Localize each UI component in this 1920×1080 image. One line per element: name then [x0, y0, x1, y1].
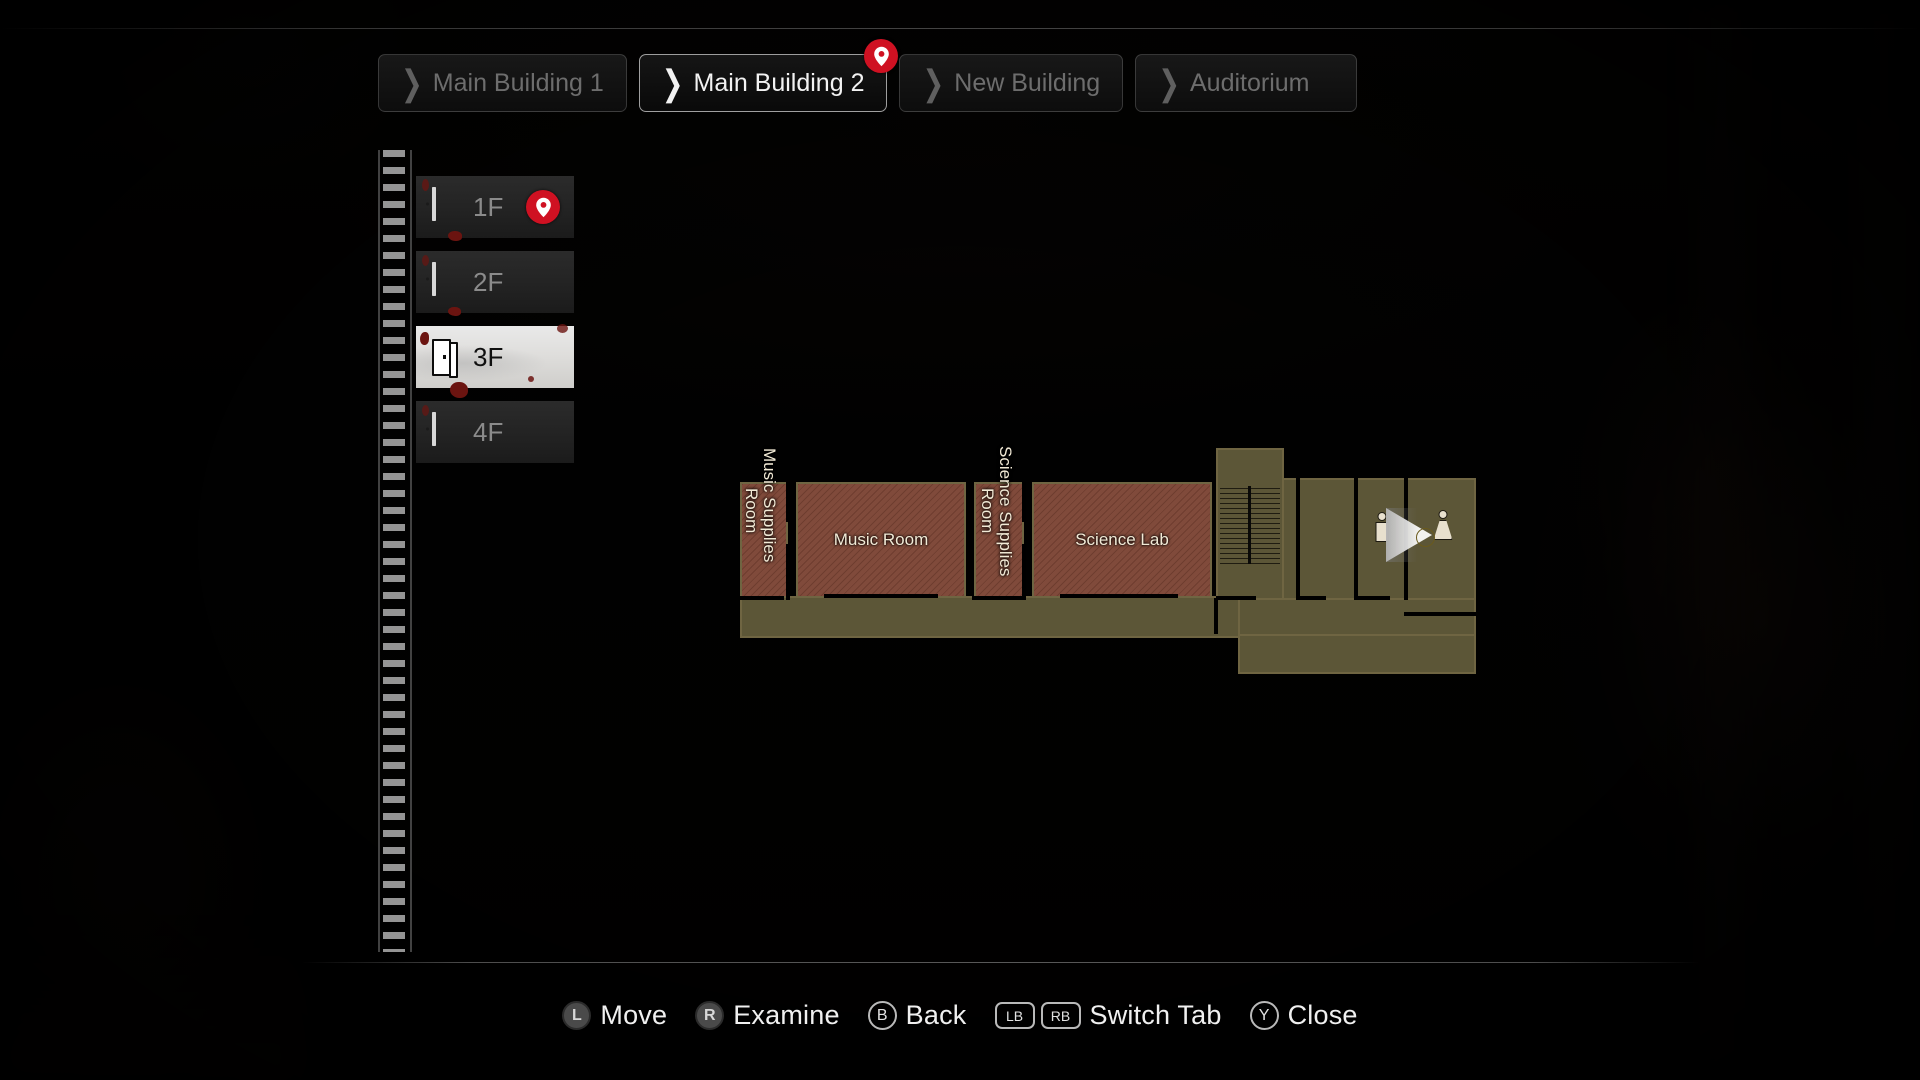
- wall-segment: [1216, 596, 1256, 600]
- button-keys: B: [867, 1001, 897, 1030]
- wall-segment: [1354, 596, 1390, 600]
- button-keys: L: [562, 1001, 592, 1030]
- control-hint-back: B Back: [867, 1000, 967, 1031]
- room-science-lab[interactable]: Science Lab: [1032, 482, 1212, 598]
- chevron-right-icon: ❯: [401, 62, 423, 104]
- floor-location-pin-badge: [526, 190, 560, 224]
- closed-door-icon: [432, 186, 459, 226]
- open-door-icon: [432, 338, 459, 378]
- control-hint-examine: R Examine: [695, 1000, 839, 1031]
- floor-label: 4F: [473, 416, 504, 447]
- rail-line: [378, 150, 380, 952]
- floor-label: 2F: [473, 266, 504, 297]
- corridor-segment: [1238, 596, 1476, 638]
- tab-new-building[interactable]: ❯ New Building: [899, 54, 1124, 112]
- tab-label: New Building: [954, 68, 1101, 97]
- floor-plan-map[interactable]: Music Supplies Room Music Room Science S…: [740, 446, 1480, 674]
- wall-segment: [786, 482, 790, 522]
- room-label-music-supplies-room: Room: [741, 488, 761, 534]
- rb-button-icon: RB: [1040, 1002, 1081, 1029]
- blood-stain: [528, 376, 534, 382]
- bottom-divider: [302, 962, 1699, 963]
- tab-main-building-1[interactable]: ❯ Main Building 1: [378, 54, 627, 112]
- blood-stain: [422, 255, 429, 266]
- wall-segment: [740, 596, 784, 600]
- room-label-music-supplies: Music Supplies: [759, 448, 779, 563]
- location-pin-icon: [874, 46, 889, 66]
- floor-label: 1F: [473, 191, 504, 222]
- room-label-music-room: Music Room: [833, 530, 929, 549]
- rail-perforations: [383, 150, 405, 952]
- wall-segment: [972, 596, 1026, 600]
- wall-segment: [1214, 598, 1218, 634]
- tab-auditorium[interactable]: ❯ Auditorium: [1135, 54, 1358, 112]
- building-tab-bar: ❯ Main Building 1 ❯ Main Building 2 ❯ Ne…: [378, 39, 1358, 112]
- closed-door-icon: [432, 261, 459, 301]
- button-keys: R: [695, 1001, 725, 1030]
- location-pin-badge: [864, 39, 899, 73]
- blood-stain: [450, 382, 468, 398]
- floor-label: 3F: [473, 341, 504, 372]
- control-label: Back: [905, 1000, 967, 1030]
- control-label: Close: [1287, 1000, 1358, 1030]
- control-label: Switch Tab: [1089, 1000, 1222, 1030]
- wall-segment: [1022, 482, 1026, 522]
- blood-stain: [420, 332, 429, 345]
- y-button-icon: Y: [1249, 1001, 1279, 1030]
- closed-door-icon: [432, 411, 459, 451]
- left-stick-icon: L: [562, 1001, 592, 1030]
- blood-stain: [422, 179, 429, 191]
- control-label: Examine: [733, 1000, 840, 1030]
- blood-stain: [448, 231, 462, 241]
- rail-line: [410, 150, 412, 952]
- b-button-icon: B: [867, 1001, 897, 1030]
- blood-stain: [557, 324, 568, 333]
- wall-segment: [1354, 478, 1358, 598]
- floor-item-3f[interactable]: 3F: [416, 324, 574, 398]
- location-pin-icon: [535, 197, 551, 217]
- wall-segment: [824, 594, 938, 598]
- tab-main-building-2[interactable]: ❯ Main Building 2: [638, 39, 899, 112]
- control-hint-switch-tab: LB RB Switch Tab: [994, 1000, 1222, 1031]
- right-stick-icon: R: [695, 1001, 725, 1030]
- room-label-science-lab: Science Lab: [1075, 530, 1169, 549]
- floor-selector-list: 1F 2F 3F 4F: [416, 176, 574, 476]
- stair-railing: [1248, 486, 1251, 564]
- floor-item-4f[interactable]: 4F: [416, 401, 574, 463]
- chevron-right-icon: ❯: [661, 62, 684, 104]
- control-hint-close: Y Close: [1249, 1000, 1358, 1031]
- tab-label: Main Building 2: [693, 68, 865, 97]
- blood-stain: [422, 405, 429, 416]
- control-hint-bar: L Move R Examine B Back LB RB Switch Tab: [0, 1000, 1920, 1031]
- room-label-science-supplies: Science Supplies: [995, 446, 1015, 577]
- tab-label: Auditorium: [1189, 68, 1310, 97]
- wall-segment: [1296, 478, 1300, 598]
- room-label-science-supplies-room: Room: [977, 488, 997, 534]
- wall-segment: [1022, 544, 1026, 600]
- film-strip-rail: [378, 150, 412, 952]
- button-keys: LB RB: [994, 1002, 1081, 1029]
- corridor-segment: [1238, 634, 1476, 674]
- corridor-segment: [740, 596, 1240, 638]
- button-keys: Y: [1249, 1001, 1279, 1030]
- control-hint-move: L Move: [562, 1000, 667, 1031]
- item-marker[interactable]: [1416, 528, 1435, 547]
- chevron-right-icon: ❯: [922, 62, 945, 104]
- chevron-right-icon: ❯: [1158, 62, 1180, 104]
- tab-label: Main Building 1: [432, 68, 604, 97]
- floor-item-2f[interactable]: 2F: [416, 251, 574, 316]
- control-label: Move: [600, 1000, 668, 1030]
- blood-stain: [448, 307, 461, 316]
- top-divider: [0, 28, 1920, 29]
- wall-segment: [1296, 596, 1326, 600]
- wall-segment: [1404, 612, 1476, 616]
- floor-item-1f[interactable]: 1F: [416, 176, 574, 241]
- lb-button-icon: LB: [994, 1002, 1035, 1029]
- room-music-room[interactable]: Music Room: [796, 482, 966, 598]
- womens-restroom-icon: [1432, 510, 1454, 540]
- wall-segment: [1060, 594, 1178, 598]
- map-screen: ❯ Main Building 1 ❯ Main Building 2 ❯ Ne…: [0, 0, 1920, 1080]
- wall-segment: [786, 544, 790, 600]
